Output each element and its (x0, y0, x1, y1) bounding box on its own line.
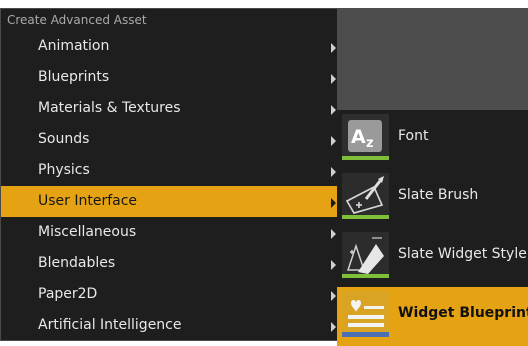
slate-brush-icon (342, 173, 389, 219)
chevron-right-icon (331, 322, 336, 332)
menu-item-label: Sounds (38, 131, 90, 147)
svg-text:A: A (351, 126, 366, 148)
slate-widget-style-icon (342, 232, 389, 278)
menu-item-label: Blueprints (38, 69, 110, 85)
submenu-item-label: Font (398, 128, 429, 144)
widget-blueprint-icon (342, 291, 389, 337)
chevron-right-icon (331, 43, 336, 53)
submenu-item-widget-blueprint[interactable]: Widget Blueprint (337, 287, 528, 346)
submenu-item-label: Slate Brush (398, 187, 479, 203)
user-interface-submenu: A z Font Slate Brush Slate Widget Style … (337, 110, 528, 346)
menu-item-blendables[interactable]: Blendables (1, 248, 337, 279)
menu-item-miscellaneous[interactable]: Miscellaneous (1, 217, 337, 248)
chevron-right-icon (331, 74, 336, 84)
menu-header: Create Advanced Asset (7, 13, 147, 27)
menu-item-paper2d[interactable]: Paper2D (1, 279, 337, 310)
submenu-item-slate-brush[interactable]: Slate Brush (337, 169, 528, 228)
menu-item-label: Artificial Intelligence (38, 317, 182, 333)
menu-item-label: Animation (38, 38, 110, 54)
svg-text:z: z (366, 136, 374, 151)
submenu-item-slate-widget-style[interactable]: Slate Widget Style (337, 228, 528, 287)
menu-item-animation[interactable]: Animation (1, 31, 337, 62)
menu-item-artificial-intelligence[interactable]: Artificial Intelligence (1, 310, 337, 341)
submenu-item-font[interactable]: A z Font (337, 110, 528, 169)
menu-item-label: Blendables (38, 255, 116, 271)
menu-item-user-interface[interactable]: User Interface (1, 186, 337, 217)
menu-item-blueprints[interactable]: Blueprints (1, 62, 337, 93)
menu-item-materials-textures[interactable]: Materials & Textures (1, 93, 337, 124)
chevron-right-icon (331, 260, 336, 270)
submenu-item-label: Widget Blueprint (398, 305, 528, 321)
submenu-item-label: Slate Widget Style (398, 246, 527, 262)
create-advanced-asset-menu: Create Advanced Asset Animation Blueprin… (0, 8, 337, 341)
chevron-right-icon (331, 105, 336, 115)
chevron-right-icon (331, 229, 336, 239)
chevron-right-icon (331, 291, 336, 301)
menu-item-sounds[interactable]: Sounds (1, 124, 337, 155)
chevron-right-icon (331, 167, 336, 177)
menu-item-label: Materials & Textures (38, 100, 181, 116)
chevron-right-icon (331, 136, 336, 146)
menu-item-physics[interactable]: Physics (1, 155, 337, 186)
chevron-right-icon (331, 198, 336, 208)
menu-item-label: Paper2D (38, 286, 98, 302)
menu-item-label: User Interface (38, 193, 138, 209)
submenu-top-panel (337, 8, 528, 110)
menu-item-label: Miscellaneous (38, 224, 137, 240)
menu-item-label: Physics (38, 162, 90, 178)
font-asset-icon: A z (342, 114, 389, 160)
